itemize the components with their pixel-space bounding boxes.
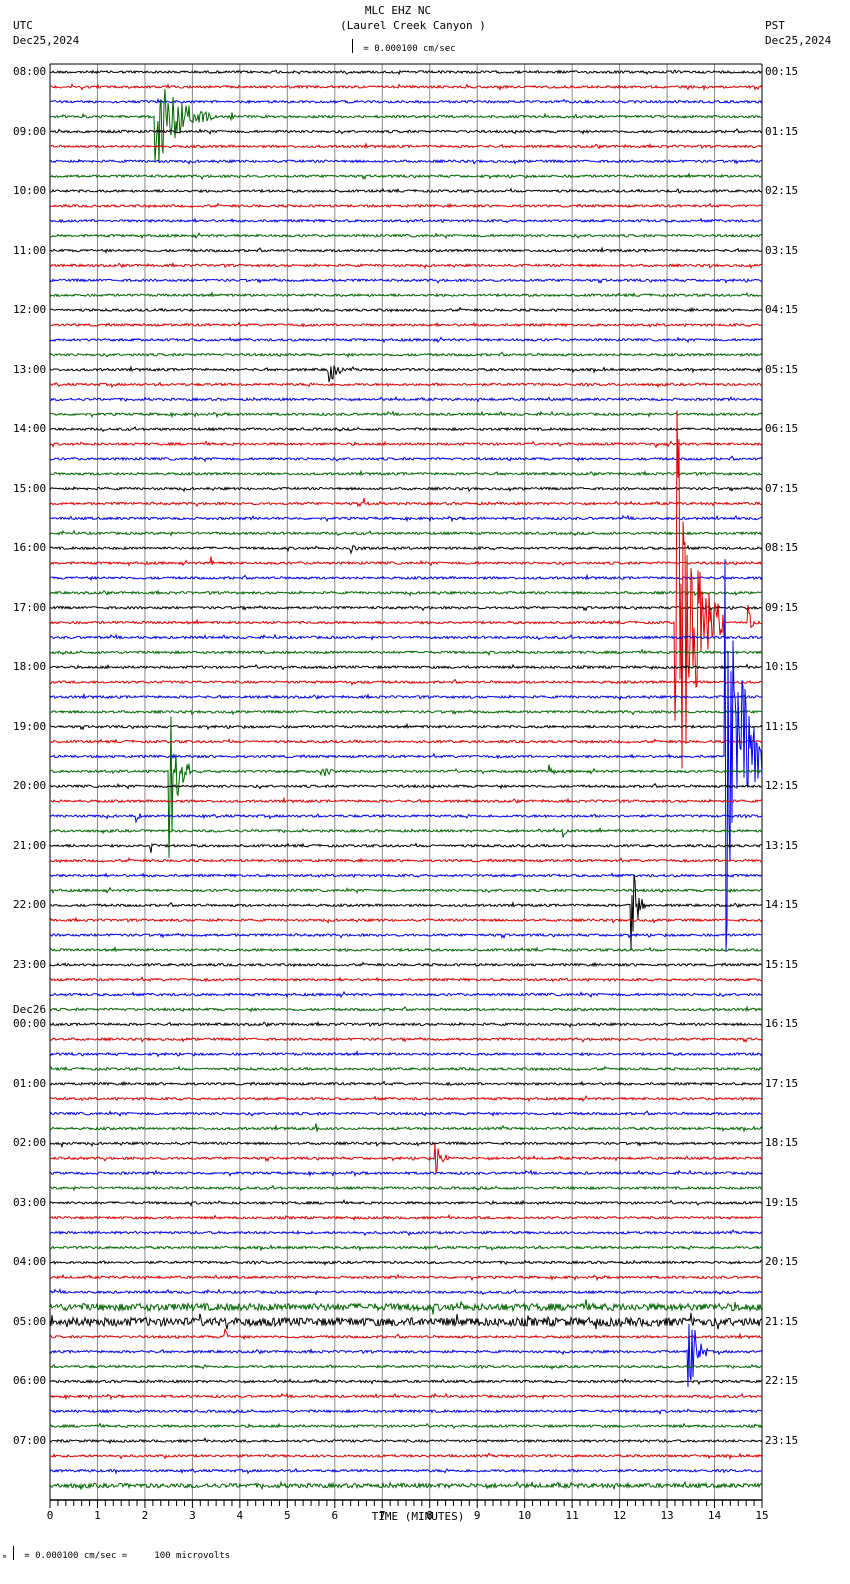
trace-line xyxy=(49,97,763,105)
trace-line xyxy=(49,976,763,983)
trace-line xyxy=(49,440,763,449)
trace-line xyxy=(49,722,763,731)
trace-line xyxy=(49,556,763,567)
trace-line xyxy=(49,321,763,328)
trace-line xyxy=(49,469,763,477)
trace-line xyxy=(49,69,763,76)
trace-line xyxy=(49,1323,763,1388)
trace-line xyxy=(49,187,763,194)
trace-line xyxy=(49,990,763,999)
trace-line xyxy=(49,961,763,968)
trace-line xyxy=(49,1005,763,1013)
trace-line xyxy=(49,217,763,224)
trace-line xyxy=(49,648,763,657)
trace-line xyxy=(49,1244,763,1252)
trace-line xyxy=(49,1480,763,1491)
helicorder-plot xyxy=(49,63,763,1508)
trace-line xyxy=(49,1363,763,1371)
trace-line xyxy=(50,1392,763,1401)
trace-line xyxy=(49,514,763,523)
trace-line xyxy=(49,1080,763,1087)
trace-line xyxy=(49,1094,763,1103)
trace-line xyxy=(49,633,763,641)
trace-line xyxy=(49,857,763,864)
trace-line xyxy=(49,842,763,853)
trace-line xyxy=(49,916,763,925)
trace-line xyxy=(49,1452,763,1461)
trace-line xyxy=(49,1213,763,1222)
trace-line xyxy=(49,1408,763,1416)
trace-line xyxy=(49,246,763,254)
trace-line xyxy=(49,351,763,359)
trace-line xyxy=(49,573,763,582)
trace-line xyxy=(49,1259,763,1266)
trace-line xyxy=(49,782,763,790)
trace-line xyxy=(49,142,763,150)
trace-line xyxy=(49,1312,763,1330)
trace-line xyxy=(49,336,763,344)
trace-line xyxy=(49,172,763,181)
trace-line xyxy=(49,678,763,686)
trace-line xyxy=(49,83,763,92)
trace-line xyxy=(49,410,763,769)
trace-line xyxy=(49,425,763,433)
trace-line xyxy=(49,1169,763,1178)
trace-line xyxy=(49,231,763,240)
trace-line xyxy=(49,395,763,403)
trace-line xyxy=(49,1437,763,1445)
trace-line xyxy=(49,1050,763,1058)
trace-line xyxy=(49,89,763,164)
trace-line xyxy=(49,1065,763,1072)
trace-line xyxy=(49,1273,763,1282)
trace-line xyxy=(49,1143,763,1174)
trace-line xyxy=(50,796,763,804)
trace-line xyxy=(49,306,763,313)
trace-line xyxy=(49,1422,763,1430)
trace-line xyxy=(49,709,763,716)
trace-line xyxy=(49,692,763,701)
trace-line xyxy=(49,1198,763,1207)
trace-line xyxy=(49,872,763,879)
trace-line xyxy=(49,277,763,285)
trace-line xyxy=(49,1184,763,1192)
trace-line xyxy=(49,1328,763,1341)
trace-line xyxy=(49,945,763,953)
trace-line xyxy=(49,410,763,419)
trace-line xyxy=(49,932,763,939)
trace-line xyxy=(49,1140,763,1149)
trace-line xyxy=(49,485,763,493)
trace-line xyxy=(49,1123,763,1133)
trace-line xyxy=(49,202,763,209)
seismogram-page: MLC EHZ NC (Laurel Creek Canyon ) UTC De… xyxy=(0,0,850,1584)
trace-line xyxy=(49,826,763,838)
trace-line xyxy=(49,365,763,383)
trace-line xyxy=(49,738,763,745)
trace-line xyxy=(49,663,763,671)
trace-line xyxy=(49,1288,763,1296)
trace-line xyxy=(49,1036,763,1044)
trace-line xyxy=(49,381,763,389)
trace-line xyxy=(49,497,763,508)
trace-line xyxy=(49,1229,763,1237)
trace-line xyxy=(49,158,763,166)
trace-line xyxy=(49,1020,763,1029)
trace-line xyxy=(49,1377,763,1386)
trace-line xyxy=(49,559,763,952)
trace-line xyxy=(49,455,763,463)
trace-line xyxy=(49,605,763,612)
trace-line xyxy=(49,886,763,895)
trace-line xyxy=(49,544,763,555)
trace-line xyxy=(49,261,763,270)
trace-line xyxy=(49,1299,763,1315)
trace-line xyxy=(49,291,763,298)
trace-line xyxy=(49,813,763,824)
trace-line xyxy=(49,874,762,950)
trace-line xyxy=(49,1110,763,1118)
trace-line xyxy=(49,1468,763,1475)
trace-line xyxy=(49,529,763,537)
trace-line xyxy=(49,589,763,597)
